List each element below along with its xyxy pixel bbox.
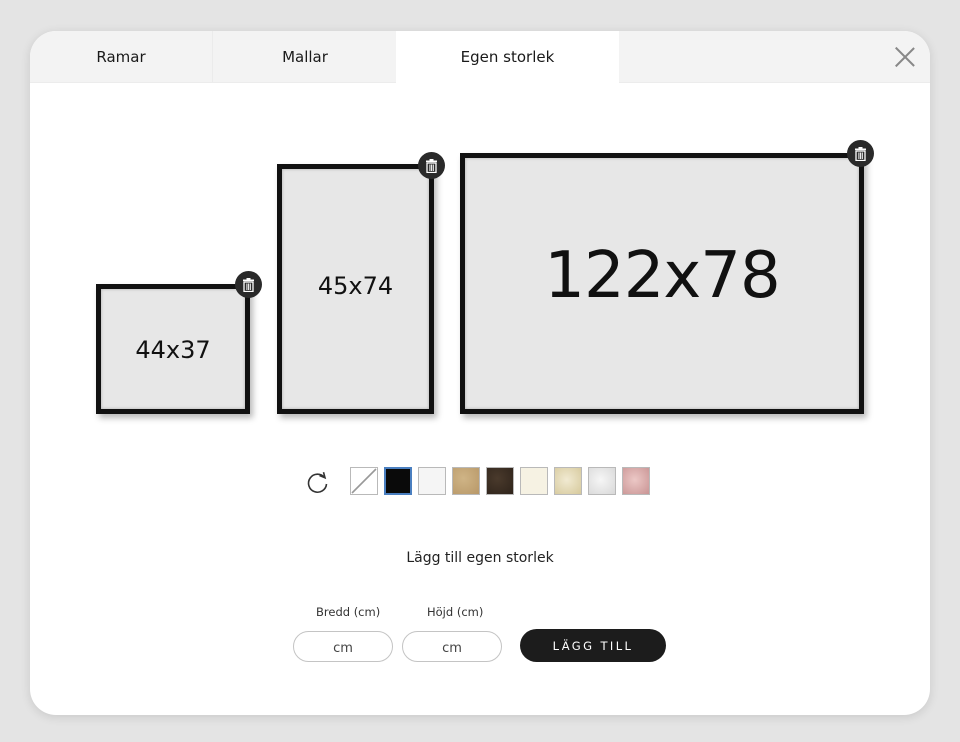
height-input[interactable] [402, 631, 502, 662]
swatch-white[interactable] [418, 467, 446, 495]
trash-icon[interactable] [235, 271, 262, 298]
add-size-button[interactable]: LÄGG TILL [520, 629, 666, 662]
tab-ramar[interactable]: Ramar [30, 31, 212, 82]
frame-preview: 45x74 [277, 164, 434, 414]
swatch-gold[interactable] [554, 467, 582, 495]
trash-icon[interactable] [418, 152, 445, 179]
tab-bar: Ramar Mallar Egen storlek [30, 31, 930, 83]
swatch-black[interactable] [384, 467, 412, 495]
tab-egen-storlek[interactable]: Egen storlek [396, 31, 619, 83]
swatch-cream[interactable] [520, 467, 548, 495]
tab-mallar[interactable]: Mallar [212, 31, 397, 82]
trash-icon[interactable] [847, 140, 874, 167]
swatch-silver[interactable] [588, 467, 616, 495]
frame-preview: 44x37 [96, 284, 250, 414]
height-label: Höjd (cm) [427, 605, 484, 619]
swatch-oak[interactable] [452, 467, 480, 495]
rotate-icon[interactable] [305, 471, 331, 495]
frame-size-label: 45x74 [317, 272, 394, 300]
width-input[interactable] [293, 631, 393, 662]
frame-size-label: 44x37 [135, 336, 211, 364]
frame-preview: 122x78 [460, 153, 864, 414]
close-icon[interactable] [894, 46, 916, 68]
swatch-rose[interactable] [622, 467, 650, 495]
swatch-no-frame[interactable] [350, 467, 378, 495]
swatch-dark-wood[interactable] [486, 467, 514, 495]
add-size-title: Lägg till egen storlek [406, 550, 554, 566]
frame-size-label: 122x78 [544, 239, 780, 313]
width-label: Bredd (cm) [316, 605, 381, 619]
size-modal: Ramar Mallar Egen storlek 44x37 45x74 12… [30, 31, 930, 715]
